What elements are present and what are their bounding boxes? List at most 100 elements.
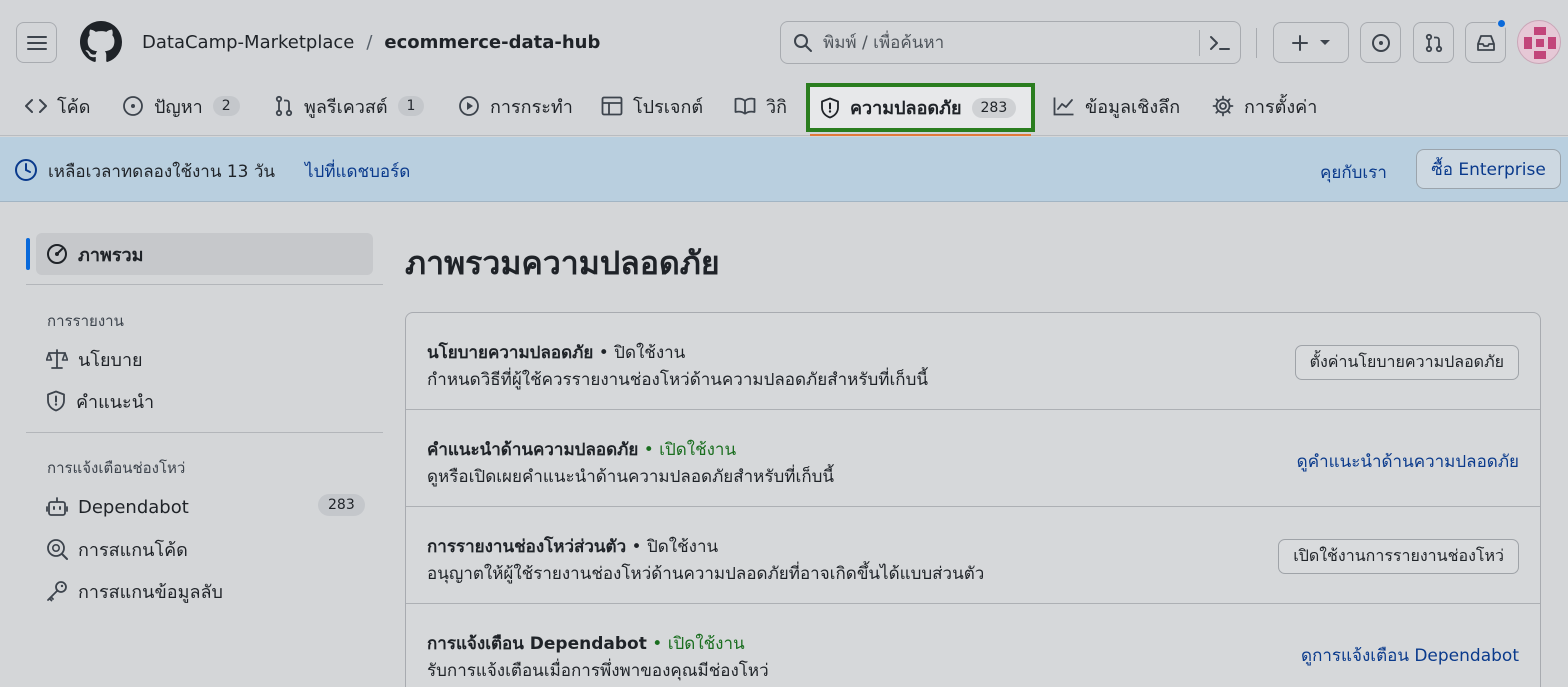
feature-name: นโยบายความปลอดภัย: [427, 343, 594, 363]
dependabot-icon: [46, 496, 68, 518]
status-text: • เปิดใช้งาน: [643, 440, 737, 460]
tab-counter: 283: [971, 97, 1017, 118]
tab-counter: 1: [397, 96, 425, 116]
pull-request-icon: [274, 95, 294, 117]
tab-projects[interactable]: โปรเจกต์: [601, 86, 703, 126]
trial-banner: เหลือเวลาทดลองใช้งาน 13 วัน ไปที่แดชบอร์…: [0, 137, 1568, 202]
row-title: การรายงานช่องโหว่ส่วนตัว • ปิดใช้งาน: [427, 533, 718, 560]
setup-policy-button[interactable]: ตั้งค่านโยบายความปลอดภัย: [1294, 345, 1519, 380]
search-input[interactable]: พิมพ์ / เพื่อค้นหา: [780, 21, 1241, 64]
breadcrumb: DataCamp-Marketplace / ecommerce-data-hu…: [142, 32, 600, 53]
command-palette-icon[interactable]: [1209, 33, 1231, 53]
issue-icon: [1371, 33, 1391, 53]
page-title: ภาพรวมความปลอดภัย: [405, 244, 720, 282]
avatar[interactable]: [1517, 20, 1561, 64]
trial-text: เหลือเวลาทดลองใช้งาน 13 วัน: [48, 162, 276, 182]
list-item: คำแนะนำด้านความปลอดภัย • เปิดใช้งาน ดูหร…: [406, 410, 1540, 507]
row-title: นโยบายความปลอดภัย • ปิดใช้งาน: [427, 339, 685, 366]
issues-button[interactable]: [1360, 22, 1401, 63]
sidebar-heading-alerts: การแจ้งเตือนช่องโหว่: [47, 459, 186, 477]
tab-security[interactable]: ความปลอดภัย 283: [806, 83, 1035, 132]
shield-icon: [820, 97, 840, 119]
tab-wiki[interactable]: วิกิ: [734, 86, 787, 126]
pull-requests-button[interactable]: [1413, 22, 1454, 63]
code-icon: [25, 98, 47, 114]
header-divider: [1256, 28, 1257, 58]
enable-reporting-button[interactable]: เปิดใช้งานการรายงานช่องโหว่: [1278, 539, 1519, 574]
law-icon: [46, 349, 68, 369]
feature-name: การแจ้งเตือน Dependabot: [427, 634, 647, 654]
sidebar-heading-reporting: การรายงาน: [47, 312, 124, 330]
sidebar-item-overview[interactable]: ภาพรวม: [36, 233, 373, 275]
github-logo-icon[interactable]: [80, 21, 122, 63]
view-dependabot-alerts-link[interactable]: ดูการแจ้งเตือน Dependabot: [1301, 642, 1519, 669]
book-icon: [734, 97, 756, 115]
menu-button[interactable]: [16, 22, 57, 63]
clock-icon: [14, 158, 38, 182]
buy-enterprise-button[interactable]: ซื้อ Enterprise: [1416, 149, 1561, 189]
sidebar-item-label: ภาพรวม: [78, 244, 144, 266]
tab-label: ความปลอดภัย: [850, 98, 962, 119]
sidebar-item-label: การสแกนโค้ด: [78, 539, 188, 561]
sidebar-item-label: คำแนะนำ: [76, 391, 155, 413]
list-item: นโยบายความปลอดภัย • ปิดใช้งาน กำหนดวิธีท…: [406, 313, 1540, 410]
tab-insights[interactable]: ข้อมูลเชิงลึก: [1053, 86, 1180, 126]
key-icon: [46, 580, 68, 602]
row-title: คำแนะนำด้านความปลอดภัย • เปิดใช้งาน: [427, 436, 736, 463]
tab-label: พูลรีเควสต์: [304, 96, 388, 118]
sidebar-item-advisories[interactable]: คำแนะนำ: [46, 386, 154, 416]
tab-label: ปัญหา: [154, 96, 203, 118]
search-placeholder: พิมพ์ / เพื่อค้นหา: [823, 33, 945, 53]
list-item: การแจ้งเตือน Dependabot • เปิดใช้งาน รับ…: [406, 604, 1540, 687]
meter-icon: [46, 243, 68, 265]
codescan-icon: [46, 538, 68, 560]
notification-dot: [1496, 18, 1507, 29]
active-nav-marker: [26, 238, 30, 270]
breadcrumb-separator: /: [366, 32, 373, 53]
status-text: • เปิดใช้งาน: [652, 634, 745, 654]
tab-settings[interactable]: การตั้งค่า: [1212, 86, 1317, 126]
row-description: รับการแจ้งเตือนเมื่อการพึ่งพาของคุณมีช่อ…: [427, 661, 769, 681]
inbox-icon: [1476, 34, 1496, 52]
global-header: DataCamp-Marketplace / ecommerce-data-hu…: [0, 0, 1568, 136]
active-tab-underline: [810, 134, 1031, 136]
sidebar-item-dependabot[interactable]: Dependabot: [46, 492, 189, 522]
tab-label: ข้อมูลเชิงลึก: [1085, 96, 1181, 118]
plus-icon: [1291, 34, 1309, 52]
list-item: การรายงานช่องโหว่ส่วนตัว • ปิดใช้งาน อนุ…: [406, 507, 1540, 604]
tab-actions[interactable]: การกระทำ: [458, 86, 573, 126]
sidebar-item-code-scanning[interactable]: การสแกนโค้ด: [46, 534, 188, 564]
repo-owner-link[interactable]: DataCamp-Marketplace: [142, 32, 354, 53]
graph-icon: [1053, 96, 1075, 116]
tab-counter: 2: [212, 96, 240, 116]
create-new-button[interactable]: [1273, 22, 1349, 63]
chevron-down-icon: [1319, 39, 1331, 47]
tab-issues[interactable]: ปัญหา 2: [122, 86, 240, 126]
table-icon: [601, 96, 623, 116]
row-description: กำหนดวิธีที่ผู้ใช้ควรรายงานช่องโหว่ด้านค…: [427, 370, 928, 390]
dashboard-link[interactable]: ไปที่แดชบอร์ด: [305, 158, 410, 185]
security-features-list: นโยบายความปลอดภัย • ปิดใช้งาน กำหนดวิธีท…: [405, 312, 1541, 687]
search-divider: [1199, 30, 1200, 56]
search-icon: [793, 33, 813, 53]
sidebar-item-label: Dependabot: [78, 496, 189, 518]
repo-name-link[interactable]: ecommerce-data-hub: [384, 32, 600, 53]
status-text: • ปิดใช้งาน: [598, 343, 686, 363]
row-description: อนุญาตให้ผู้ใช้รายงานช่องโหว่ด้านความปลอ…: [427, 564, 985, 584]
contact-link[interactable]: คุยกับเรา: [1320, 159, 1387, 186]
sidebar-item-policy[interactable]: นโยบาย: [46, 344, 143, 374]
tab-pull-requests[interactable]: พูลรีเควสต์ 1: [274, 86, 425, 126]
sidebar-item-secret-scanning[interactable]: การสแกนข้อมูลลับ: [46, 576, 223, 606]
dependabot-counter: 283: [318, 494, 365, 516]
tab-code[interactable]: โค้ด: [25, 86, 90, 126]
sidebar-divider: [26, 284, 383, 285]
issue-icon: [122, 95, 144, 117]
sidebar-divider: [26, 432, 383, 433]
pull-request-icon: [1424, 33, 1444, 53]
feature-name: การรายงานช่องโหว่ส่วนตัว: [427, 537, 627, 557]
shield-icon: [46, 390, 66, 412]
row-description: ดูหรือเปิดเผยคำแนะนำด้านความปลอดภัยสำหรั…: [427, 467, 835, 487]
gear-icon: [1212, 95, 1234, 117]
view-advisories-link[interactable]: ดูคำแนะนำด้านความปลอดภัย: [1297, 448, 1519, 475]
tab-label: โค้ด: [57, 96, 91, 118]
